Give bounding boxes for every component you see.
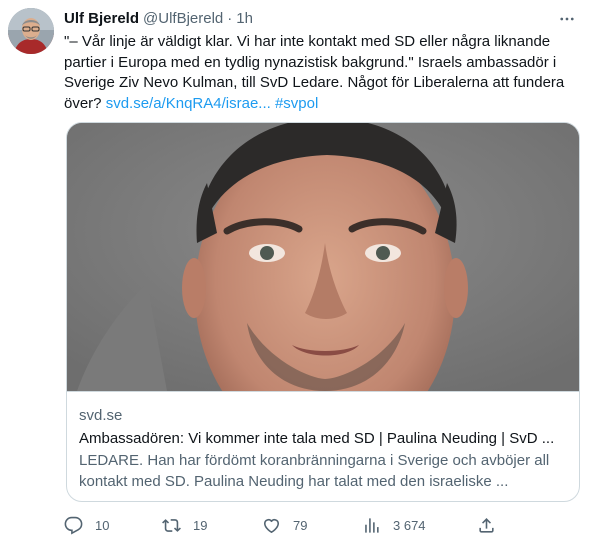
views-bar-chart-icon [365,517,379,533]
hashtag-link[interactable]: #svpol [275,95,318,112]
action-bar: 10 19 79 3 674 [64,514,504,536]
separator-dot: · [227,10,233,27]
tweet-link[interactable]: svd.se/a/KnqRA4/israe... [106,95,271,112]
card-image[interactable] [67,123,579,391]
views-button[interactable]: 3 674 [362,514,426,536]
tweet-timestamp[interactable]: 1h [236,9,253,29]
like-count: 79 [293,517,308,533]
more-button[interactable] [554,9,580,29]
author-name[interactable]: Ulf Bjereld [64,9,139,29]
reply-count: 10 [95,517,110,533]
share-button[interactable] [477,514,496,536]
card-description: LEDARE. Han har fördömt koranbränningarn… [79,452,550,490]
retweet-button[interactable]: 19 [162,514,207,536]
portrait-photo [67,123,579,391]
card-title[interactable]: Ambassadören: Vi kommer inte tala med SD… [79,429,569,449]
reply-button[interactable]: 10 [64,514,109,536]
author-handle[interactable]: @UlfBjereld [143,9,223,29]
avatar-image [8,8,54,54]
views-count: 3 674 [393,517,426,533]
link-preview-card[interactable]: svd.se Ambassadören: Vi kommer inte tala… [66,122,580,502]
share-icon [479,517,494,533]
tweet-header: Ulf Bjereld @UlfBjereld · 1h [64,9,580,29]
card-domain: svd.se [79,407,123,424]
heart-icon [263,518,280,533]
card-divider [67,391,579,392]
reply-icon [64,516,83,535]
like-button[interactable]: 79 [262,514,307,536]
retweet-count: 19 [193,517,208,533]
retweet-icon [162,518,181,532]
avatar[interactable] [8,8,54,54]
tweet[interactable]: Ulf Bjereld @UlfBjereld · 1h "– Vår linj… [0,0,600,555]
tweet-text: "– Vår linje är väldigt klar. Vi har int… [64,32,584,114]
more-dots-icon [560,17,574,21]
